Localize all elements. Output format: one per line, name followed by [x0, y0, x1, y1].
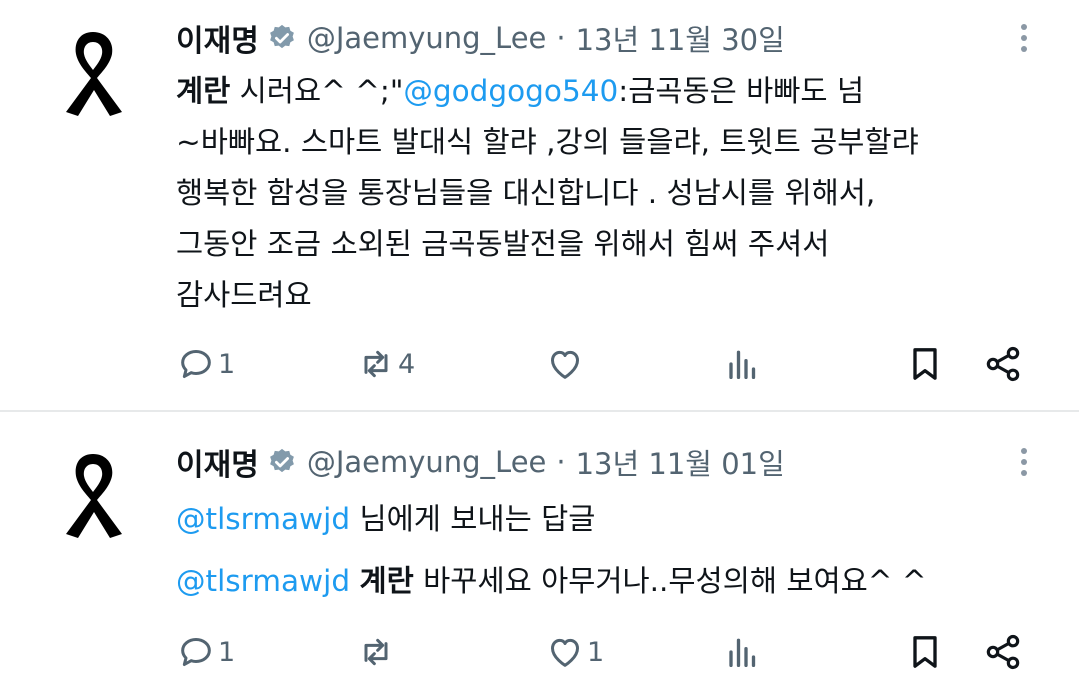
tweet[interactable]: 이재명 @Jaemyung_Lee · 13년 11월 01일 @tlsrmaw…	[0, 412, 1079, 673]
bold-text: 계란	[176, 74, 231, 108]
tweet-date[interactable]: 13년 11월 30일	[576, 17, 785, 59]
tweet-text: 계란 시러요^ ^;"@godgogo540:금곡동은 바빠도 넘 ~바빠요. …	[176, 66, 1036, 321]
more-options-button[interactable]	[1016, 442, 1032, 482]
tweet-line: @tlsrmawjd 계란 바꾸세요 아무거나..무성의해 보여요^ ^	[176, 556, 1036, 607]
author-name[interactable]: 이재명	[176, 16, 259, 60]
reply-count: 1	[218, 348, 236, 380]
tweet-line: 계란 시러요^ ^;"@godgogo540:금곡동은 바빠도 넘	[176, 66, 1036, 117]
mention-link[interactable]: @godgogo540	[403, 74, 618, 108]
reply-to-text: 님에게 보내는 답글	[350, 502, 596, 536]
tweet-line: ~바빠요. 스마트 발대식 할랴 ,강의 들을랴, 트윗트 공부할랴	[176, 125, 919, 159]
like-button[interactable]	[545, 342, 587, 386]
share-button[interactable]	[983, 342, 1023, 386]
bookmark-icon	[913, 348, 937, 380]
tweet[interactable]: 이재명 @Jaemyung_Lee · 13년 11월 30일 계란 시러요^ …	[0, 0, 1079, 410]
retweet-button[interactable]	[356, 630, 398, 674]
replying-to: @tlsrmawjd 님에게 보내는 답글	[176, 496, 595, 538]
reply-button[interactable]: 1	[176, 342, 235, 386]
tweet-line: 감사드려요	[176, 278, 312, 312]
more-icon-dot	[1021, 46, 1027, 52]
tweet-header: 이재명 @Jaemyung_Lee · 13년 11월 01일	[176, 440, 785, 484]
more-icon-dot	[1021, 24, 1027, 30]
tweet-line: 행복한 함성을 통장님들을 대신합니다 . 성남시를 위해서,	[176, 176, 876, 210]
reply-count: 1	[218, 636, 236, 668]
verified-badge-icon	[269, 448, 294, 473]
action-bar: 1 1	[0, 630, 1079, 674]
black-ribbon-icon[interactable]	[56, 26, 130, 120]
views-button[interactable]	[721, 630, 761, 674]
views-icon	[729, 350, 756, 379]
retweet-icon	[364, 350, 388, 378]
retweet-icon	[364, 638, 388, 666]
mention-link[interactable]: @tlsrmawjd	[176, 502, 350, 536]
views-button[interactable]	[721, 342, 761, 386]
more-options-button[interactable]	[1016, 18, 1032, 58]
tweet-header: 이재명 @Jaemyung_Lee · 13년 11월 30일	[176, 16, 785, 60]
reply-button[interactable]: 1	[176, 630, 235, 674]
more-icon-dot	[1021, 459, 1027, 465]
verified-badge-icon	[269, 24, 294, 49]
mention-link[interactable]: @tlsrmawjd	[176, 564, 350, 598]
more-icon-dot	[1021, 35, 1027, 41]
share-button[interactable]	[983, 630, 1023, 674]
like-count: 1	[587, 636, 605, 668]
reply-icon	[181, 638, 211, 666]
bookmark-button[interactable]	[905, 630, 945, 674]
bookmark-button[interactable]	[905, 342, 945, 386]
author-name[interactable]: 이재명	[176, 440, 259, 484]
text-segment: 바꾸세요 아무거나..무성의해 보여요^ ^	[413, 564, 927, 598]
retweet-count: 4	[398, 348, 416, 380]
tweet-date[interactable]: 13년 11월 01일	[576, 441, 785, 483]
bold-text: 계란	[359, 564, 414, 598]
reply-icon	[181, 350, 211, 378]
more-icon-dot	[1021, 470, 1027, 476]
tweet-text: @tlsrmawjd 계란 바꾸세요 아무거나..무성의해 보여요^ ^	[176, 556, 1036, 607]
text-segment: 시러요^ ^;"	[230, 74, 404, 108]
share-icon	[986, 634, 1020, 670]
more-icon-dot	[1021, 448, 1027, 454]
like-icon	[551, 638, 579, 667]
separator-dot: ·	[556, 445, 566, 479]
like-button[interactable]: 1	[545, 630, 604, 674]
action-bar: 1 4	[0, 342, 1079, 386]
views-icon	[729, 638, 756, 667]
author-handle[interactable]: @Jaemyung_Lee	[307, 21, 547, 55]
author-handle[interactable]: @Jaemyung_Lee	[307, 445, 547, 479]
text-segment: :금곡동은 바빠도 넘	[618, 74, 865, 108]
like-icon	[551, 350, 579, 379]
separator-dot: ·	[556, 21, 566, 55]
tweet-line: 그동안 조금 소외된 금곡동발전을 위해서 힘써 주셔서	[176, 227, 830, 261]
retweet-button[interactable]: 4	[356, 342, 415, 386]
share-icon	[986, 346, 1020, 382]
bookmark-icon	[913, 636, 937, 668]
black-ribbon-icon[interactable]	[56, 448, 130, 542]
